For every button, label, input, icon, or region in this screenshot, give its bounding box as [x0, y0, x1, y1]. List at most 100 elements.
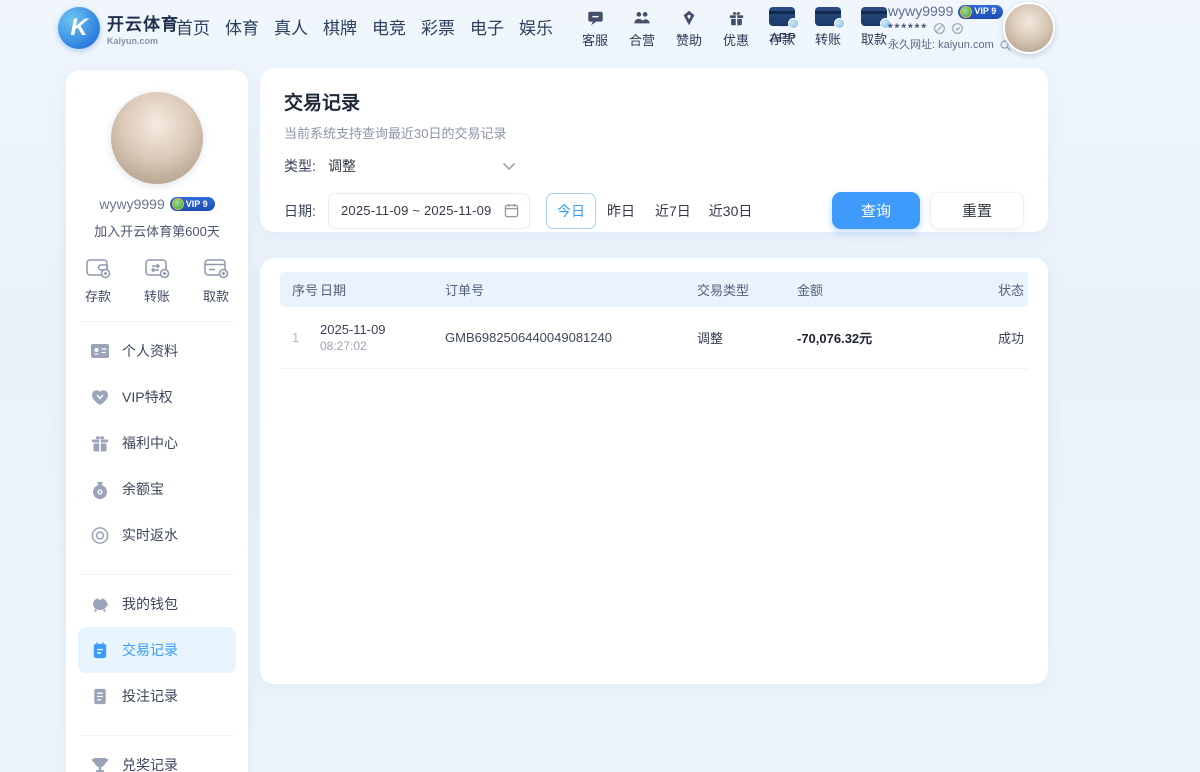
reset-button[interactable]: 重置	[930, 192, 1024, 229]
col-type: 交易类型	[697, 280, 797, 299]
cell-index: 1	[280, 330, 320, 345]
bet-record-icon	[90, 687, 110, 706]
brand-logo-icon: K	[58, 7, 100, 49]
page-title: 交易记录	[284, 88, 1024, 115]
piggy-bank-icon	[90, 595, 110, 613]
calendar-icon[interactable]	[504, 203, 519, 218]
range-yesterday-button[interactable]: 昨日	[596, 193, 646, 229]
refresh-balance-icon[interactable]	[951, 22, 964, 35]
nav-esports[interactable]: 电竞	[372, 14, 406, 39]
filter-panel: 交易记录 当前系统支持查询最近30日的交易记录 类型: 调整 日期: 2025-…	[260, 68, 1048, 232]
sidebar-item-welfare[interactable]: 福利中心	[78, 420, 236, 466]
type-label: 类型:	[284, 156, 328, 176]
sidebar-item-yuebao[interactable]: 余额宝	[78, 466, 236, 512]
profile-photo	[111, 92, 203, 184]
nav-cards[interactable]: 棋牌	[323, 14, 357, 39]
vip-shield-icon	[172, 198, 184, 210]
col-status: 状态	[982, 280, 1028, 299]
cell-order-no: GMB6982506440049081240	[445, 330, 697, 345]
card-withdraw-icon	[202, 256, 230, 280]
brand-logo[interactable]: K 开云体育 Kaiyun.com	[58, 7, 179, 49]
cell-status: 成功	[982, 328, 1028, 347]
money-pouch-icon	[90, 480, 110, 499]
range-30days-button[interactable]: 近30日	[700, 193, 762, 229]
cell-type: 调整	[697, 328, 797, 347]
nav-lottery[interactable]: 彩票	[421, 14, 455, 39]
nav-sports[interactable]: 体育	[225, 14, 259, 39]
header-user-info: wywy9999 VIP 9 ****** 永久网址: kaiyun.com	[888, 3, 1012, 54]
card-transfer-icon	[143, 256, 171, 280]
vip-shield-icon	[960, 6, 972, 18]
avatar[interactable]	[1003, 2, 1055, 54]
prize-record-icon	[90, 756, 110, 772]
permanent-url: 永久网址: kaiyun.com	[888, 37, 994, 54]
chat-icon	[586, 7, 605, 27]
sidebar-vip-badge: VIP 9	[170, 197, 215, 211]
sidebar: wywy9999 VIP 9 加入开云体育第600天 存款 转账 取款 个人	[66, 70, 248, 772]
nav-entertainment[interactable]: 娱乐	[519, 14, 553, 39]
sidebar-item-transactions[interactable]: 交易记录	[78, 627, 236, 673]
sidebar-deposit-button[interactable]: 存款	[84, 256, 112, 305]
page-subtitle: 当前系统支持查询最近30日的交易记录	[284, 123, 1024, 142]
sidebar-transfer-button[interactable]: 转账	[143, 256, 171, 305]
username: wywy9999	[888, 3, 953, 20]
date-range-value: 2025-11-09 ~ 2025-11-09	[341, 203, 491, 218]
nav-slots[interactable]: 电子	[470, 14, 504, 39]
gift-icon	[727, 7, 746, 27]
transfer-card-icon	[815, 7, 841, 26]
top-header: K 开云体育 Kaiyun.com 首页 体育 真人 棋牌 电竞 彩票 电子 娱…	[0, 0, 1200, 58]
cell-date: 2025-11-09 08:27:02	[320, 322, 445, 353]
deposit-button[interactable]: 存款	[765, 7, 799, 48]
date-label: 日期:	[284, 201, 328, 221]
transaction-book-icon	[90, 641, 110, 660]
divider	[80, 735, 234, 736]
sidebar-item-wallet[interactable]: 我的钱包	[78, 581, 236, 627]
vip-badge: VIP 9	[958, 5, 1003, 19]
sidebar-item-prizes[interactable]: 兑奖记录	[78, 742, 236, 772]
diamond-icon	[679, 7, 699, 27]
range-today-button[interactable]: 今日	[546, 193, 596, 229]
type-select-value: 调整	[328, 156, 356, 176]
partnership-button[interactable]: 合营	[625, 7, 659, 49]
sidebar-item-rebate[interactable]: 实时返水	[78, 512, 236, 558]
eye-off-icon[interactable]	[933, 22, 946, 35]
withdraw-card-icon	[861, 7, 887, 26]
withdraw-button[interactable]: 取款	[857, 7, 891, 48]
brand-name: 开云体育	[107, 10, 179, 35]
sidebar-item-profile[interactable]: 个人资料	[78, 328, 236, 374]
gift-box-icon	[90, 434, 110, 452]
search-button[interactable]: 查询	[832, 192, 920, 229]
transfer-button[interactable]: 转账	[811, 7, 845, 48]
join-days-text: 加入开云体育第600天	[78, 221, 236, 240]
table-header: 序号 日期 订单号 交易类型 金额 状态	[280, 272, 1028, 307]
nav-live[interactable]: 真人	[274, 14, 308, 39]
vip-gem-icon	[90, 388, 110, 406]
transactions-table-panel: 序号 日期 订单号 交易类型 金额 状态 1 2025-11-09 08:27:…	[260, 258, 1048, 684]
customer-service-button[interactable]: 客服	[578, 7, 612, 49]
sidebar-item-vip[interactable]: VIP特权	[78, 374, 236, 420]
sidebar-withdraw-button[interactable]: 取款	[202, 256, 230, 305]
masked-balance: ******	[888, 20, 928, 37]
divider	[80, 321, 234, 322]
brand-domain: Kaiyun.com	[107, 36, 179, 46]
sponsorship-button[interactable]: 赞助	[672, 7, 706, 49]
header-money-actions: 存款 转账 取款	[765, 7, 891, 48]
nav-home[interactable]: 首页	[176, 14, 210, 39]
range-7days-button[interactable]: 近7日	[646, 193, 700, 229]
type-select[interactable]: 调整	[328, 156, 516, 176]
quick-range-buttons: 今日 昨日 近7日 近30日	[546, 193, 761, 229]
cell-amount: -70,076.32元	[797, 328, 982, 347]
col-index: 序号	[280, 280, 320, 299]
divider	[80, 574, 234, 575]
sidebar-username: wywy9999	[99, 196, 164, 212]
rebate-circle-icon	[90, 526, 110, 545]
promotions-button[interactable]: 优惠	[719, 7, 753, 49]
deposit-card-icon	[769, 7, 795, 26]
date-range-input[interactable]: 2025-11-09 ~ 2025-11-09	[328, 193, 530, 229]
main-nav: 首页 体育 真人 棋牌 电竞 彩票 电子 娱乐	[176, 0, 553, 52]
col-order-no: 订单号	[445, 280, 697, 299]
sidebar-quick-actions: 存款 转账 取款	[78, 256, 236, 305]
sidebar-item-bets[interactable]: 投注记录	[78, 673, 236, 719]
col-date: 日期	[320, 280, 445, 299]
wallet-deposit-icon	[84, 256, 112, 280]
